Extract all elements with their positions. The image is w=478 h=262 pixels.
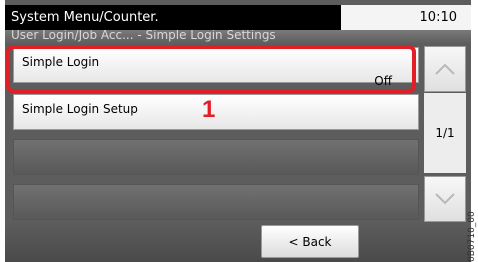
clock-area: 10:10 — [341, 5, 471, 30]
breadcrumb-bar: User Login/Job Acc... - Simple Login Set… — [5, 30, 471, 44]
page-indicator: 1/1 — [424, 93, 466, 173]
panel-screen: System Menu/Counter. 10:10 User Login/Jo… — [5, 0, 471, 262]
bottom-bar: < Back — [5, 222, 471, 262]
scroll-up-button[interactable] — [424, 46, 466, 92]
callout-number: 1 — [202, 96, 216, 123]
figure-code: 0B0710_00 — [467, 211, 477, 262]
back-button[interactable]: < Back — [261, 225, 359, 258]
empty-list-row — [13, 184, 419, 220]
chevron-down-icon — [435, 193, 455, 205]
menu-item-label: Simple Login Setup — [22, 102, 138, 116]
menu-item-simple-login-setup[interactable]: Simple Login Setup — [13, 94, 419, 130]
scroll-down-button[interactable] — [424, 176, 466, 222]
chevron-up-icon — [435, 63, 455, 75]
callout-highlight — [6, 45, 416, 93]
screen-title: System Menu/Counter. — [11, 10, 159, 25]
scroll-column: 1/1 — [424, 46, 466, 222]
breadcrumb: User Login/Job Acc... - Simple Login Set… — [11, 30, 276, 42]
title-bar: System Menu/Counter. 10:10 — [5, 5, 471, 30]
clock: 10:10 — [419, 10, 457, 25]
empty-list-row — [13, 139, 419, 175]
